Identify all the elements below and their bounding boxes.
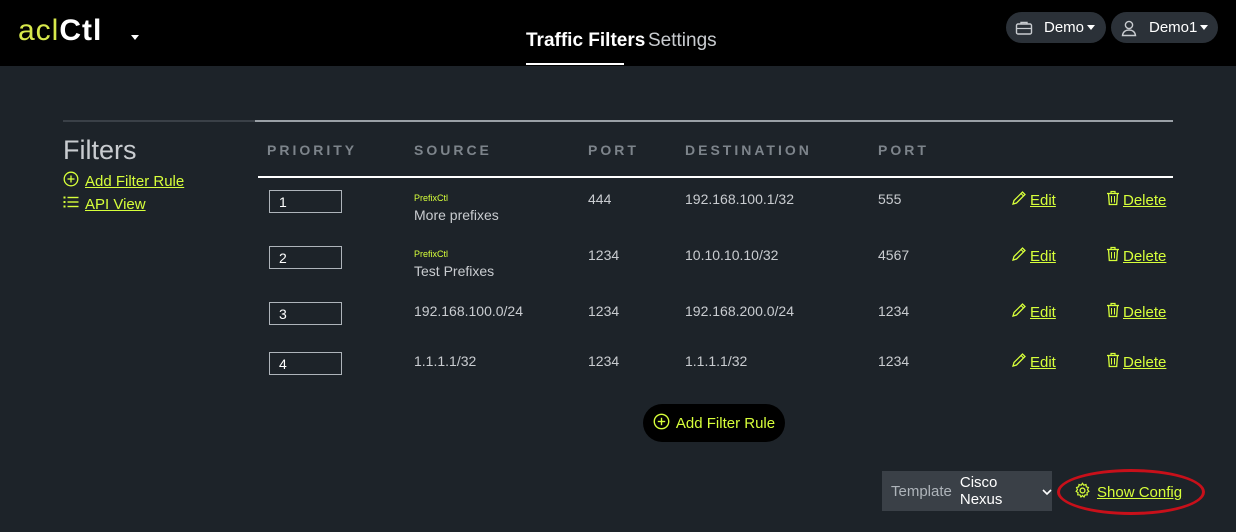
edit-label: Edit (1030, 191, 1056, 209)
pencil-icon (1011, 302, 1027, 322)
column-header-priority: PRIORITY (267, 142, 358, 158)
column-header-source-port: PORT (588, 142, 639, 158)
edit-button[interactable]: Edit (1011, 302, 1056, 322)
trash-icon (1106, 190, 1120, 210)
user-caret-icon (1200, 25, 1209, 30)
source-tag: PrefixCtl (414, 193, 449, 203)
add-filter-rule-button[interactable]: Add Filter Rule (643, 404, 785, 442)
delete-label: Delete (1123, 303, 1167, 321)
table-row: 2 PrefixCtl Test Prefixes 1234 10.10.10.… (0, 246, 1236, 286)
table-row: 1 PrefixCtl More prefixes 444 192.168.10… (0, 190, 1236, 230)
source-port-value: 1234 (588, 353, 620, 369)
edit-button[interactable]: Edit (1011, 352, 1056, 372)
column-header-source: SOURCE (414, 142, 492, 158)
edit-label: Edit (1030, 303, 1056, 321)
source-port-value: 1234 (588, 303, 620, 319)
source-tag: PrefixCtl (414, 249, 449, 259)
destination-value: 192.168.200.0/24 (685, 303, 794, 319)
org-label: Demo (1044, 19, 1085, 36)
source-value: Test Prefixes (414, 263, 495, 279)
active-tab-underline (526, 63, 624, 65)
plus-circle-icon (63, 171, 79, 191)
column-header-destination: DESTINATION (685, 142, 812, 158)
edit-label: Edit (1030, 353, 1056, 371)
priority-input[interactable]: 3 (269, 302, 342, 325)
edit-label: Edit (1030, 247, 1056, 265)
delete-button[interactable]: Delete (1106, 302, 1166, 322)
source-value: More prefixes (414, 207, 499, 223)
priority-input[interactable]: 2 (269, 246, 342, 269)
destination-value: 192.168.100.1/32 (685, 191, 794, 207)
delete-button[interactable]: Delete (1106, 190, 1166, 210)
delete-label: Delete (1123, 247, 1167, 265)
org-caret-icon (1087, 25, 1096, 30)
delete-button[interactable]: Delete (1106, 352, 1166, 372)
user-dropdown[interactable]: Demo1 (1111, 12, 1218, 43)
add-filter-rule-label: Add Filter Rule (675, 414, 776, 432)
user-label: Demo1 (1149, 19, 1198, 36)
edit-button[interactable]: Edit (1011, 190, 1056, 210)
template-label: Template (891, 482, 952, 500)
template-select[interactable]: Template Cisco Nexus (882, 471, 1052, 511)
logo-suffix: Ctl (59, 14, 103, 47)
sidebar-divider (63, 120, 255, 122)
app-logo[interactable]: aclCtl (18, 14, 102, 48)
trash-icon (1106, 302, 1120, 322)
delete-label: Delete (1123, 191, 1167, 209)
tab-traffic-filters[interactable]: Traffic Filters (526, 30, 645, 52)
source-value: 192.168.100.0/24 (414, 303, 523, 319)
trash-icon (1106, 352, 1120, 372)
delete-button[interactable]: Delete (1106, 246, 1166, 266)
user-icon (1117, 16, 1141, 40)
priority-input[interactable]: 4 (269, 352, 342, 375)
logo-text: aclCtl (18, 14, 102, 48)
tab-settings[interactable]: Settings (648, 30, 717, 52)
delete-label: Delete (1123, 353, 1167, 371)
logo-prefix: acl (18, 14, 60, 47)
top-bar: aclCtl Traffic Filters Settings Demo Dem… (0, 0, 1236, 66)
destination-port-value: 4567 (878, 247, 910, 263)
destination-port-value: 1234 (878, 303, 910, 319)
table-header-divider (258, 176, 1173, 178)
pencil-icon (1011, 352, 1027, 372)
table-top-border (255, 120, 1173, 122)
highlight-annotation (1057, 469, 1205, 515)
plus-circle-icon (653, 413, 670, 434)
edit-button[interactable]: Edit (1011, 246, 1056, 266)
chevron-down-icon (1042, 483, 1052, 500)
source-port-value: 1234 (588, 247, 620, 263)
source-port-value: 444 (588, 191, 612, 207)
destination-value: 1.1.1.1/32 (685, 353, 748, 369)
column-header-destination-port: PORT (878, 142, 929, 158)
sidebar-add-filter-rule-link[interactable]: Add Filter Rule (63, 171, 184, 191)
template-value: Cisco Nexus (959, 474, 1003, 508)
app-menu-caret-icon[interactable] (131, 35, 139, 40)
source-value: 1.1.1.1/32 (414, 353, 477, 369)
trash-icon (1106, 246, 1120, 266)
sidebar-add-filter-rule-label: Add Filter Rule (85, 172, 185, 190)
table-row: 4 1.1.1.1/32 1234 1.1.1.1/32 1234 Edit D… (0, 352, 1236, 392)
org-dropdown[interactable]: Demo (1006, 12, 1106, 43)
destination-port-value: 1234 (878, 353, 910, 369)
page-title: Filters (63, 135, 137, 165)
pencil-icon (1011, 246, 1027, 266)
destination-value: 10.10.10.10/32 (685, 247, 779, 263)
table-row: 3 192.168.100.0/24 1234 192.168.200.0/24… (0, 302, 1236, 342)
destination-port-value: 555 (878, 191, 902, 207)
pencil-icon (1011, 190, 1027, 210)
briefcase-icon (1012, 16, 1036, 40)
priority-input[interactable]: 1 (269, 190, 342, 213)
